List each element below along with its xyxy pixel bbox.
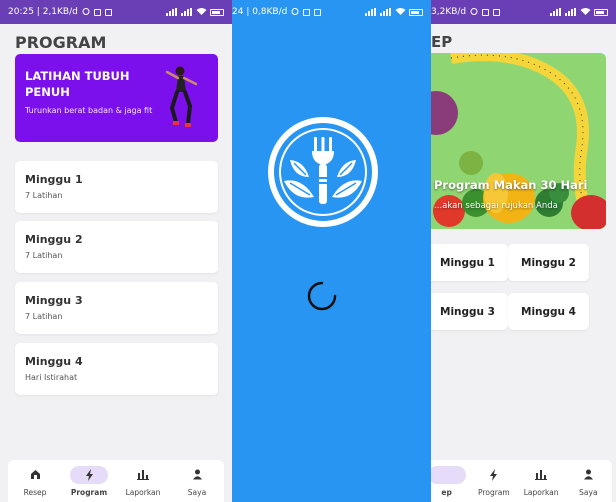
page-title: EP <box>431 33 453 51</box>
splash-screen: 24 | 0,8KB/d <box>232 0 431 502</box>
person-icon <box>583 469 593 480</box>
signal-icon <box>365 8 377 16</box>
week-title: Minggu 1 <box>25 173 83 186</box>
bar-chart-icon <box>535 470 548 480</box>
home-icon <box>442 470 452 479</box>
bolt-icon <box>490 468 498 481</box>
alarm-icon <box>82 7 90 18</box>
nav-label: Laporkan <box>523 487 559 497</box>
week-title: Minggu 3 <box>25 294 83 307</box>
week-title: Minggu 2 <box>25 233 83 246</box>
page-title: PROGRAM <box>15 33 107 52</box>
signal-2-icon <box>565 8 577 16</box>
nav-label: Program <box>70 487 108 497</box>
status-bar: 24 | 0,8KB/d <box>232 0 431 24</box>
wifi-icon <box>580 7 591 18</box>
app-notification-icon <box>493 8 501 16</box>
signal-2-icon <box>181 8 193 16</box>
week-subtitle: 7 Latihan <box>25 312 63 321</box>
banner-title: Program Makan 30 Hari <box>434 178 588 192</box>
fork-leaves-logo-icon <box>268 117 378 227</box>
signal-icon <box>166 8 178 16</box>
nav-label: Laporkan <box>125 487 161 497</box>
bolt-icon <box>85 468 93 481</box>
app-notification-icon <box>104 8 112 16</box>
nav-item-resep[interactable]: Resep <box>8 460 62 502</box>
banner-subtitle: ...akan sebagai rujukan Anda <box>434 201 558 211</box>
nav-item-saya[interactable]: Saya <box>170 460 224 502</box>
bottom-nav: ep Program Laporkan Saya <box>431 460 612 502</box>
meal-program-banner[interactable]: Program Makan 30 Hari ...akan sebagai ru… <box>431 53 606 229</box>
status-time: 20:25 | 2,1KB/d <box>8 7 78 17</box>
nav-label: Resep <box>23 487 47 497</box>
battery-icon <box>409 8 423 16</box>
nav-label: Program <box>478 487 510 497</box>
week-subtitle: Hari Istirahat <box>25 373 78 382</box>
nav-item-program[interactable]: Program <box>470 460 517 502</box>
message-icon <box>482 8 490 16</box>
home-icon <box>30 470 40 479</box>
status-time: 3,2KB/d <box>431 7 467 17</box>
status-time: 24 | 0,8KB/d <box>232 7 288 17</box>
loading-spinner-icon <box>307 281 337 311</box>
banner-title: LATIHAN TUBUH PENUH <box>25 69 130 99</box>
wifi-icon <box>395 7 406 18</box>
bar-chart-icon <box>137 470 149 480</box>
alarm-icon <box>291 7 299 18</box>
person-icon <box>192 469 202 480</box>
recipe-screen: 3,2KB/d EP Program Makan 30 Hari ...akan… <box>431 0 616 502</box>
wifi-icon <box>196 7 207 18</box>
status-bar: 3,2KB/d <box>431 0 616 24</box>
week-card-1[interactable]: Minggu 1 7 Latihan <box>15 161 218 213</box>
meal-week-4[interactable]: Minggu 4 <box>508 293 589 330</box>
battery-icon <box>210 8 224 16</box>
signal-2-icon <box>380 8 392 16</box>
week-subtitle: 7 Latihan <box>25 251 63 260</box>
app-notification-icon <box>314 8 322 16</box>
week-subtitle: 7 Latihan <box>25 191 63 200</box>
week-card-3[interactable]: Minggu 3 7 Latihan <box>15 282 218 334</box>
message-icon <box>303 8 311 16</box>
battery-icon <box>594 8 608 16</box>
workout-woman-illustration <box>165 66 198 127</box>
nav-item-laporkan[interactable]: Laporkan <box>116 460 170 502</box>
nav-item-laporkan[interactable]: Laporkan <box>518 460 565 502</box>
meal-week-3[interactable]: Minggu 3 <box>431 293 508 330</box>
full-body-workout-banner[interactable]: LATIHAN TUBUH PENUH Turunkan berat badan… <box>15 54 218 142</box>
week-title: Minggu 4 <box>25 355 83 368</box>
bottom-nav: Resep Program Laporkan Saya <box>8 460 224 502</box>
alarm-icon <box>470 7 478 18</box>
program-screen: 20:25 | 2,1KB/d PROGRAM LATIHAN TUBUH PE… <box>0 0 232 502</box>
week-card-4[interactable]: Minggu 4 Hari Istirahat <box>15 343 218 395</box>
nav-item-program[interactable]: Program <box>62 460 116 502</box>
nav-label: Saya <box>187 487 207 497</box>
meal-week-2[interactable]: Minggu 2 <box>508 244 589 281</box>
status-bar: 20:25 | 2,1KB/d <box>0 0 232 24</box>
banner-subtitle: Turunkan berat badan & jaga fit <box>25 106 153 115</box>
nav-label: ep <box>441 487 452 497</box>
nav-item-saya[interactable]: Saya <box>565 460 612 502</box>
nav-item-resep[interactable]: ep <box>431 460 470 502</box>
meal-week-1[interactable]: Minggu 1 <box>431 244 508 281</box>
message-icon <box>93 8 101 16</box>
week-card-2[interactable]: Minggu 2 7 Latihan <box>15 221 218 273</box>
signal-icon <box>550 8 562 16</box>
nav-label: Saya <box>579 487 598 497</box>
